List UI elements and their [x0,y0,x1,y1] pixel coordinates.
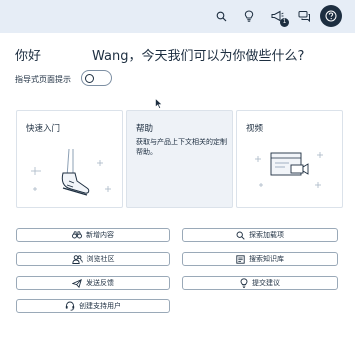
card-title: 帮助 [136,124,154,134]
send-feedback-button[interactable]: 发送反馈 [16,276,170,290]
button-label: 新增内容 [86,231,114,239]
headset-icon [65,301,75,311]
greeting-message: Wang，今天我们可以为你做些什么? [92,49,305,64]
button-label: 创建支持用户 [79,302,121,310]
whats-new-button[interactable]: 新增内容 [16,228,170,242]
lightbulb-icon[interactable] [240,7,258,25]
button-label: 发送反馈 [86,279,114,287]
mouse-cursor-icon [155,98,163,109]
card-title: 视频 [246,124,264,134]
notification-badge: 1 [280,18,289,27]
button-label: 浏览社区 [86,255,115,263]
card-description: 获取与产品上下文相关的定制帮助。 [136,138,227,156]
button-label: 提交建议 [252,279,280,287]
card-getting-started[interactable]: 快速入门 [16,110,123,208]
button-label: 搜索知识库 [249,255,284,263]
running-shoe-icon [31,148,111,196]
guided-tips-toggle[interactable] [81,70,112,86]
search-icon [236,231,245,240]
knowledge-base-icon [236,254,245,264]
guided-tips-label: 指导式页面提示 [15,75,71,84]
card-help[interactable]: 帮助 获取与产品上下文相关的定制帮助。 [126,110,233,208]
card-title: 快速入门 [26,124,61,134]
greeting-hello: 你好 [15,49,42,64]
browse-community-button[interactable]: 浏览社区 [16,252,170,266]
explore-addons-button[interactable]: 探索加载项 [182,228,338,242]
help-icon[interactable] [320,5,342,27]
send-icon [72,278,82,288]
create-support-user-button[interactable]: 创建支持用户 [16,299,170,313]
toggle-knob [85,73,94,83]
lightbulb-icon [240,278,248,288]
binoculars-icon [72,231,82,239]
search-icon[interactable] [212,7,230,25]
card-videos[interactable]: 视频 [236,110,343,208]
submit-idea-button[interactable]: 提交建议 [182,276,338,290]
chat-icon[interactable] [295,7,313,25]
top-bar: 1 [0,0,355,33]
search-knowledge-base-button[interactable]: 搜索知识库 [182,252,338,266]
button-label: 探索加载项 [249,231,284,239]
megaphone-icon[interactable]: 1 [268,7,289,27]
people-icon [71,254,83,264]
video-camera-icon [255,152,323,188]
